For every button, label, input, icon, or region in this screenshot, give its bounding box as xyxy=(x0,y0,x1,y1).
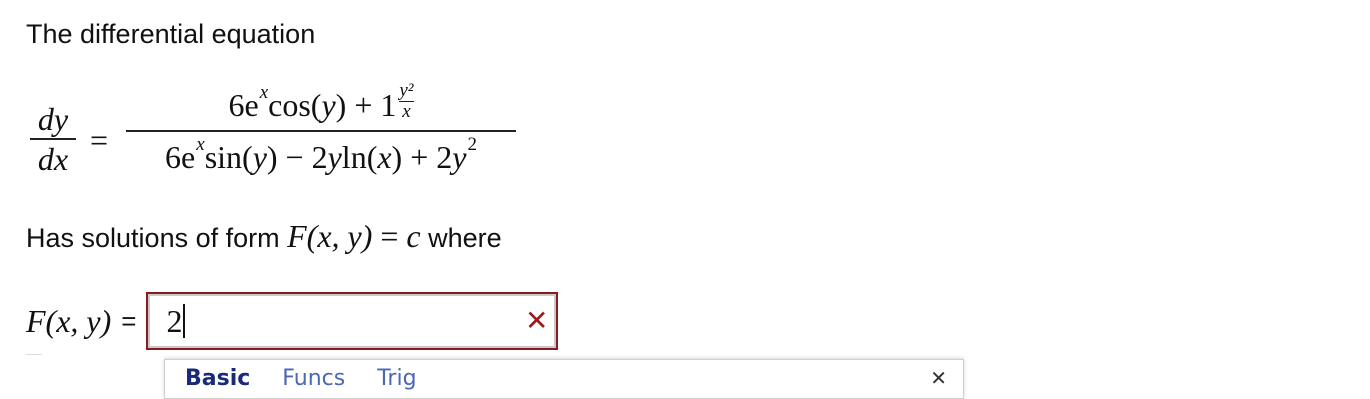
rhs-den-ln: ln( xyxy=(341,139,378,175)
text-caret xyxy=(183,304,186,338)
tab-basic[interactable]: Basic xyxy=(185,366,250,392)
rhs-den-minus-two: ) − 2 xyxy=(266,139,328,175)
rhs-den-sin-var: y xyxy=(252,139,267,175)
rhs-den-coef: 6e xyxy=(165,139,196,175)
tab-trig[interactable]: Trig xyxy=(377,366,416,392)
solution-equals: = xyxy=(372,218,407,254)
rhs-fraction: 6e x cos(y) + 1 y² x 6e x sin(y) − 2y ln(x) … xyxy=(126,79,516,180)
rhs-fraction-bar xyxy=(126,130,516,132)
palette-tab-bar: Basic Funcs Trig xyxy=(185,366,417,392)
small-frac-den: x xyxy=(402,101,411,122)
rhs-num-cos: cos( xyxy=(268,87,322,123)
solution-form-text: Has solutions of form F(x, y) = c where xyxy=(26,216,502,258)
lhs-denominator: dx xyxy=(37,141,69,177)
rhs-num-small-fraction: y² x xyxy=(399,79,414,123)
answer-equals: = xyxy=(121,305,137,336)
lhs-numerator: dy xyxy=(37,101,69,137)
rhs-denominator: 6e x sin(y) − 2y ln(x) + 2y2 xyxy=(165,134,477,180)
rhs-den-sin: sin( xyxy=(204,139,253,175)
divider xyxy=(26,354,42,355)
problem-intro-text: The differential equation xyxy=(26,19,316,49)
rhs-num-cos-var: y xyxy=(321,87,336,123)
rhs-den-y2-var: y xyxy=(452,139,467,175)
solution-F: F xyxy=(287,218,307,254)
small-frac-num: y² xyxy=(399,79,414,101)
rhs-den-exp: x xyxy=(196,134,205,155)
solution-c: c xyxy=(406,218,421,254)
solution-args: (x, y) xyxy=(306,218,373,254)
equation-equals-sign: = xyxy=(90,122,109,158)
rhs-numerator: 6e x cos(y) + 1 y² x xyxy=(228,79,414,128)
solution-suffix: where xyxy=(420,223,502,253)
lhs-fraction: dy dx xyxy=(30,100,76,178)
rhs-den-ln-var: x xyxy=(377,139,392,175)
rhs-den-y-var: y xyxy=(327,139,342,175)
rhs-den-plus-two: ) + 2 xyxy=(391,139,453,175)
math-palette: Basic Funcs Trig ✕ xyxy=(164,359,964,399)
tab-funcs[interactable]: Funcs xyxy=(282,366,345,392)
rhs-num-exp: x xyxy=(259,82,269,103)
answer-label-F: F xyxy=(26,302,46,339)
rhs-den-y2-exp: 2 xyxy=(467,134,477,155)
rhs-num-plus-one: ) + 1 xyxy=(335,87,397,123)
answer-row: F (x, y) = 2 ✕ xyxy=(26,290,559,352)
answer-input-value: 2 xyxy=(166,302,183,339)
answer-label-args: (x, y) xyxy=(45,302,112,339)
rhs-num-coef: 6e xyxy=(228,87,259,123)
answer-input-field[interactable]: 2 ✕ xyxy=(146,292,559,350)
close-icon[interactable]: ✕ xyxy=(930,366,947,390)
clear-icon[interactable]: ✕ xyxy=(525,307,548,335)
differential-equation: dy dx = 6e x cos(y) + 1 y² x 6e x sin(y) − 2… xyxy=(26,79,546,186)
solution-prefix: Has solutions of form xyxy=(26,223,288,253)
